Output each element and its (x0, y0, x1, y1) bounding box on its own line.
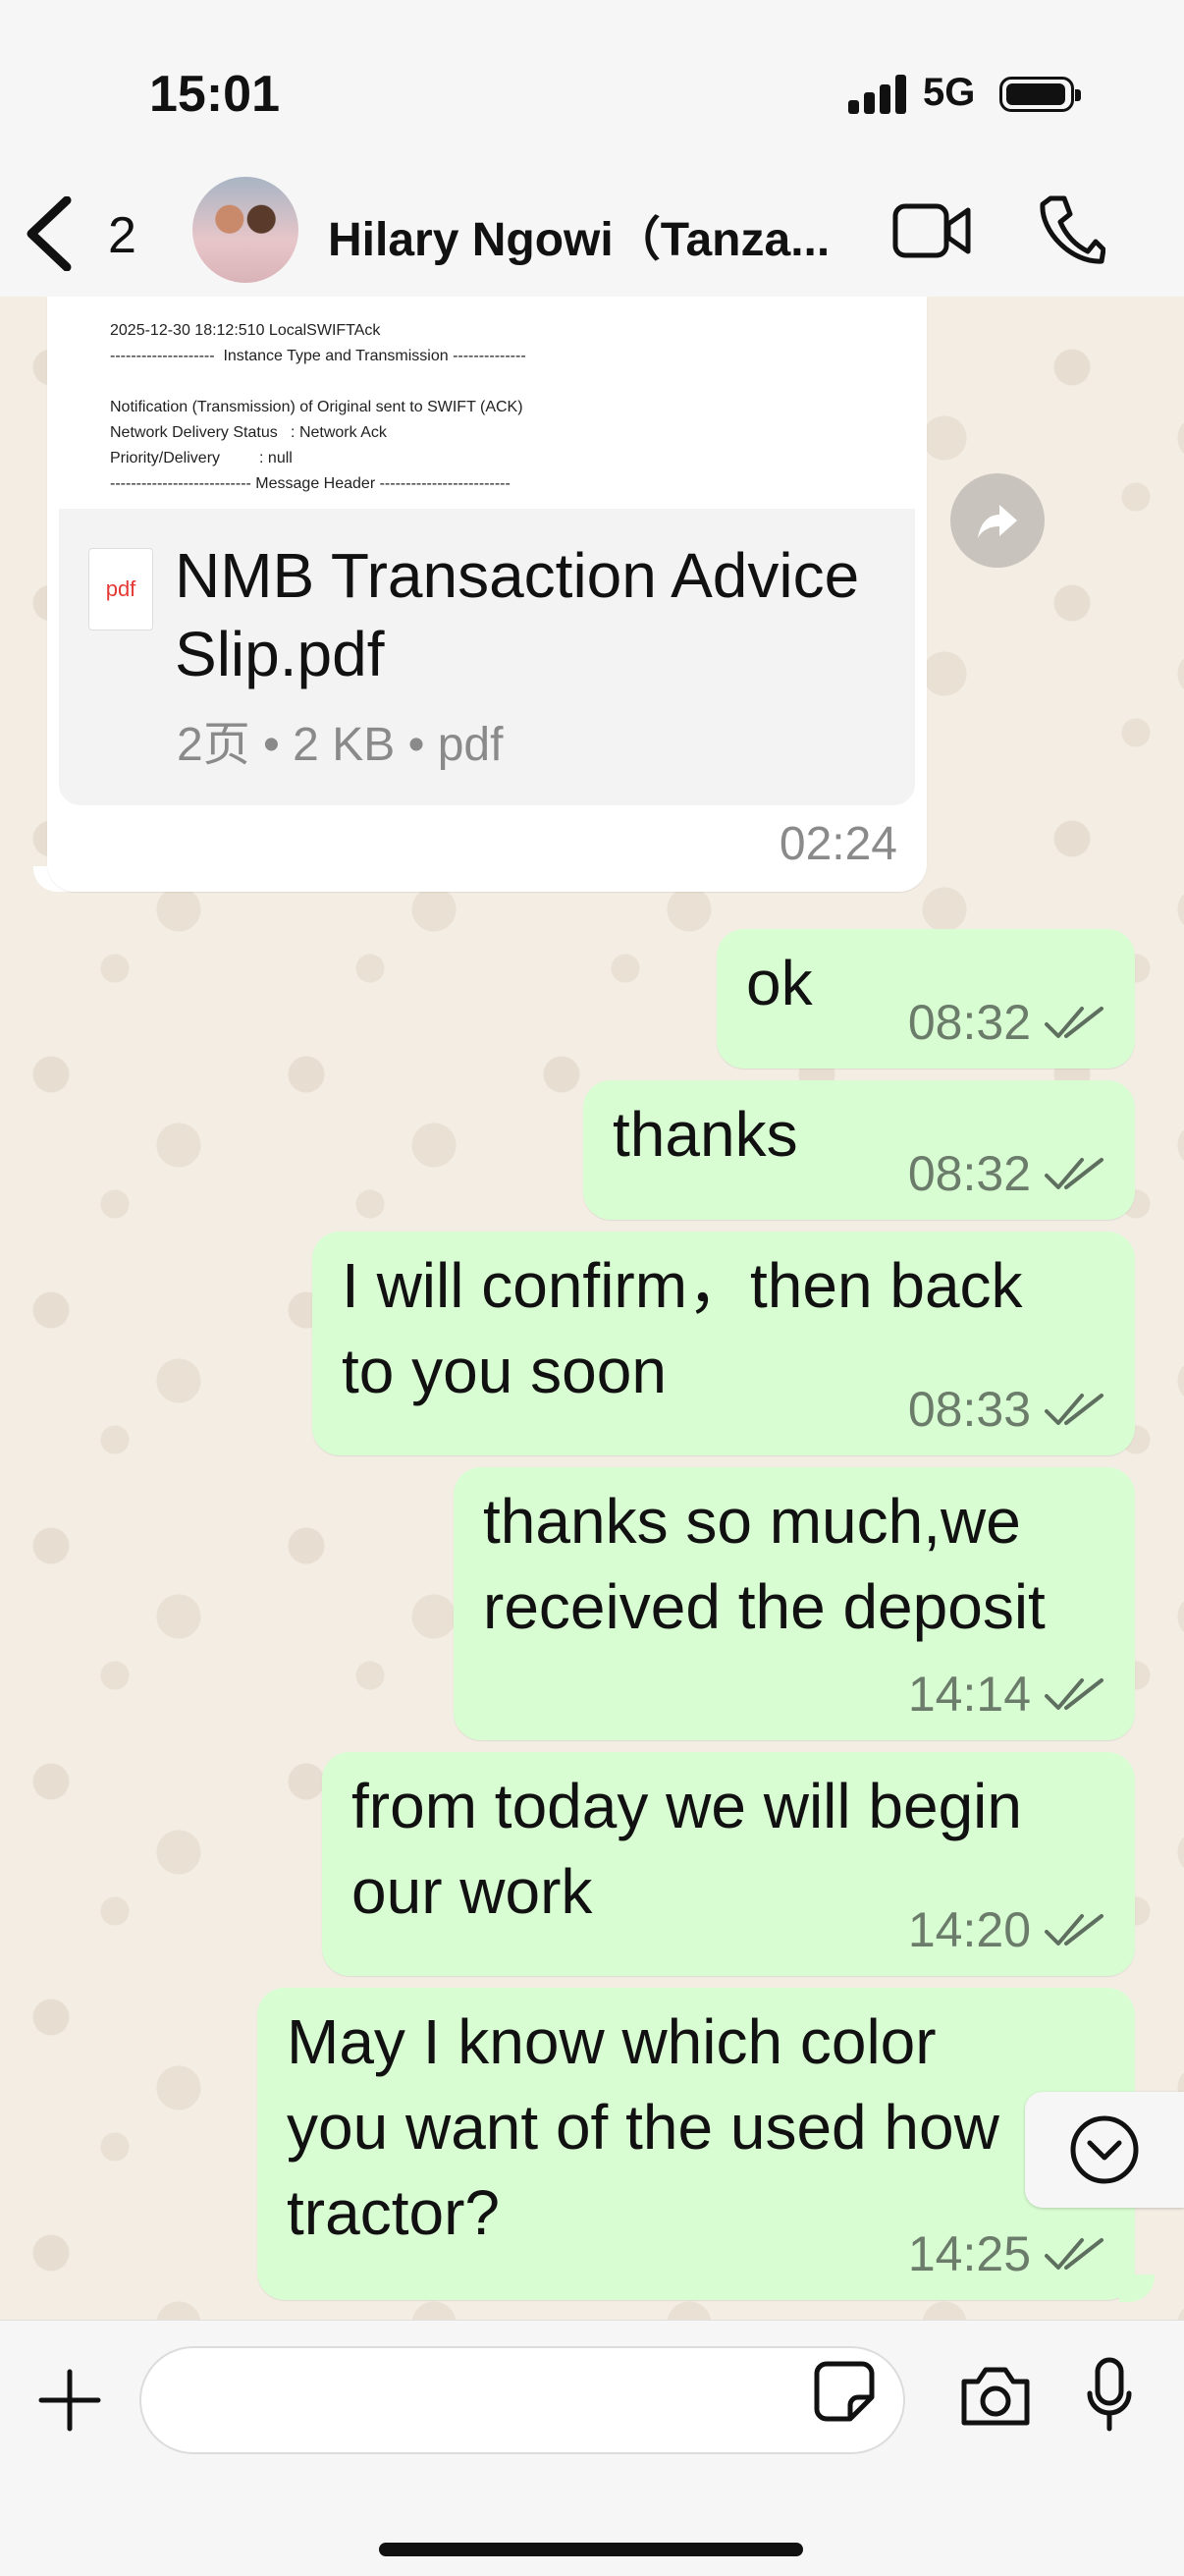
message-time: 08:32 (907, 995, 1031, 1050)
microphone-button[interactable] (1086, 2356, 1133, 2435)
document-name: NMB Transaction Advice Slip.pdf (175, 540, 860, 689)
camera-button[interactable] (958, 2364, 1033, 2429)
message-text: ok (746, 948, 813, 1018)
message-time: 08:32 (907, 1146, 1031, 1201)
back-button[interactable]: 2 (24, 189, 151, 277)
video-call-button[interactable] (891, 196, 972, 265)
outgoing-message[interactable]: May I know which color you want of the u… (257, 1988, 1135, 2300)
message-time: 14:20 (907, 1902, 1031, 1957)
preview-line: Notification (Transmission) of Original … (110, 399, 523, 415)
message-meta: 14:25 (908, 2225, 1105, 2282)
document-preview[interactable]: 2025-12-30 18:12:510 LocalSWIFTAck -----… (47, 297, 927, 509)
outgoing-message[interactable]: thanks so much,we received the deposit 1… (454, 1467, 1135, 1740)
avatar[interactable] (192, 177, 298, 283)
outgoing-message[interactable]: thanks 08:32 (583, 1080, 1135, 1220)
double-check-icon (1045, 1394, 1103, 1425)
scroll-to-bottom-button[interactable] (1025, 2092, 1184, 2208)
signal-icon (848, 75, 907, 114)
plus-icon (38, 2369, 101, 2432)
forward-icon (978, 505, 1017, 538)
double-check-icon (1045, 1007, 1103, 1038)
document-card[interactable]: pdf NMB Transaction Advice Slip.pdf 2页 •… (59, 509, 915, 805)
message-meta: 08:32 (908, 994, 1105, 1051)
phone-icon (1040, 195, 1106, 264)
forward-button[interactable] (950, 473, 1045, 568)
message-time: 14:14 (907, 1667, 1031, 1722)
file-type-label: pdf (105, 576, 136, 601)
preview-line: -------------------- Instance Type and T… (110, 348, 526, 364)
voice-call-button[interactable] (1037, 192, 1106, 267)
preview-line: --------------------------- Message Head… (110, 475, 511, 492)
video-camera-icon (892, 203, 971, 258)
camera-icon (961, 2367, 1030, 2426)
network-type: 5G (923, 71, 976, 114)
message-time: 08:33 (907, 1382, 1031, 1437)
microphone-icon (1087, 2357, 1132, 2432)
preview-line: 2025-12-30 18:12:510 LocalSWIFTAck (110, 322, 381, 339)
sticker-button[interactable] (813, 2360, 876, 2423)
message-text: thanks (613, 1099, 798, 1170)
double-check-icon (1045, 1914, 1103, 1946)
incoming-document-message[interactable]: 2025-12-30 18:12:510 LocalSWIFTAck -----… (47, 297, 927, 892)
message-meta: 14:14 (908, 1666, 1105, 1723)
chat-header: 2 Hilary Ngowi（Tanza... (0, 167, 1184, 298)
message-meta: 08:32 (908, 1145, 1105, 1202)
double-check-icon (1045, 1678, 1103, 1710)
contact-name[interactable]: Hilary Ngowi（Tanza... (328, 200, 858, 269)
chevron-down-circle-icon (1070, 2115, 1139, 2184)
outgoing-message[interactable]: ok 08:32 (717, 929, 1135, 1069)
preview-line: Network Delivery Status : Network Ack (110, 424, 387, 441)
home-indicator (379, 2543, 803, 2556)
sticker-icon (814, 2361, 875, 2422)
outgoing-message[interactable]: from today we will begin our work 14:20 (322, 1752, 1135, 1976)
preview-line: Priority/Delivery : null (110, 450, 293, 466)
message-input[interactable] (139, 2346, 905, 2454)
message-meta: 08:33 (908, 1381, 1105, 1438)
message-time: 14:25 (907, 2226, 1031, 2281)
attach-button[interactable] (35, 2366, 104, 2435)
chevron-left-icon (27, 196, 72, 271)
document-meta: 2页 • 2 KB • pdf (177, 719, 504, 771)
outgoing-message[interactable]: I will confirm，then back to you soon 08:… (312, 1232, 1135, 1455)
status-time: 15:01 (149, 66, 280, 123)
message-text: May I know which color you want of the u… (287, 2006, 999, 2248)
status-bar: 15:01 5G (0, 0, 1184, 167)
double-check-icon (1045, 1158, 1103, 1189)
unread-count: 2 (108, 207, 136, 264)
double-check-icon (1045, 2238, 1103, 2270)
pdf-file-icon: pdf (88, 548, 153, 630)
message-meta: 14:20 (908, 1901, 1105, 1958)
battery-icon (999, 77, 1081, 112)
composer-bar (0, 2320, 1184, 2576)
message-text: thanks so much,we received the deposit (483, 1486, 1046, 1642)
message-time: 02:24 (779, 818, 897, 870)
